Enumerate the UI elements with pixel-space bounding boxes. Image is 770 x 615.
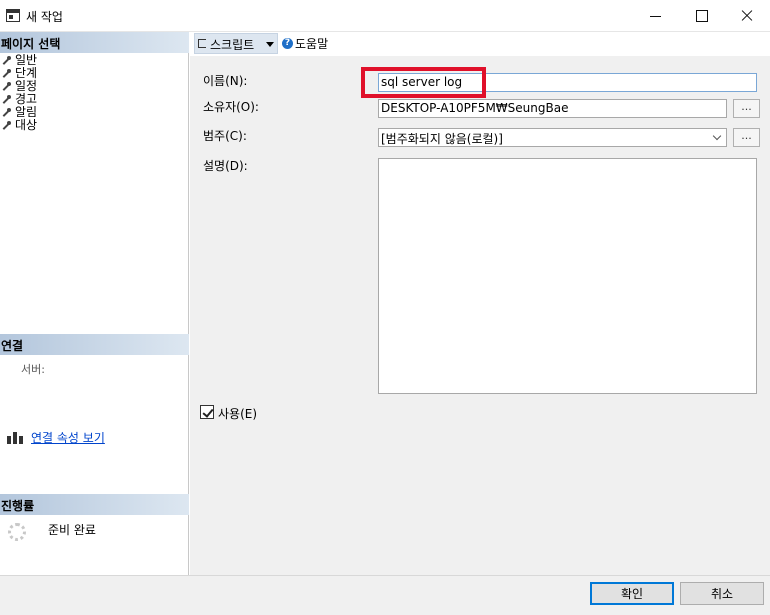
page-select-header: 페이지 선택	[0, 32, 189, 53]
category-selected-value: [범주화되지 않음(로컬)]	[381, 132, 503, 146]
script-label: 스크립트	[210, 38, 255, 52]
window-app-icon	[6, 9, 20, 22]
title-bar: 새 작업	[0, 0, 770, 32]
minimize-button[interactable]	[633, 0, 679, 32]
wrench-icon	[2, 56, 11, 65]
wrench-icon	[2, 69, 11, 78]
owner-label: 소유자(O):	[203, 100, 259, 114]
owner-browse-button[interactable]: ...	[733, 99, 760, 118]
description-textarea[interactable]	[378, 158, 757, 394]
help-icon[interactable]: ?	[282, 38, 293, 49]
progress-spinner-icon	[8, 523, 26, 541]
cancel-button[interactable]: 취소	[680, 582, 764, 605]
toolbar: 스크립트 ? 도움말	[190, 32, 770, 56]
page-item-targets[interactable]: 대상	[0, 119, 189, 132]
help-button[interactable]: 도움말	[295, 35, 328, 52]
owner-input[interactable]: DESKTOP-A10PF5M₩SeungBae	[378, 99, 727, 118]
highlight-box	[361, 67, 486, 98]
server-label: 서버:	[21, 363, 45, 376]
close-button[interactable]	[724, 0, 770, 32]
wrench-icon	[2, 82, 11, 91]
enabled-label: 사용(E)	[218, 407, 258, 421]
category-label: 범주(C):	[203, 129, 247, 143]
right-pane: 스크립트 ? 도움말 이름(N): sql server log 소유자(O):…	[190, 32, 770, 575]
left-pane: 페이지 선택 일반 단계 일정 경고 알림 대상 연결 서버: 연결 속성 보기…	[0, 32, 189, 575]
maximize-button[interactable]	[679, 0, 725, 32]
wrench-icon	[2, 108, 11, 117]
name-label: 이름(N):	[203, 74, 248, 88]
connection-link-row: 연결 속성 보기	[7, 429, 105, 446]
script-button[interactable]: 스크립트	[194, 33, 278, 54]
wrench-icon	[2, 121, 11, 130]
enabled-checkbox[interactable]	[200, 405, 214, 419]
chevron-down-icon	[712, 131, 722, 141]
page-list: 일반 단계 일정 경고 알림 대상	[0, 54, 189, 132]
bottom-bar: 확인 취소	[0, 575, 770, 615]
connection-people-icon	[7, 431, 25, 444]
view-connection-properties-link[interactable]: 연결 속성 보기	[31, 429, 105, 446]
ok-button[interactable]: 확인	[590, 582, 674, 605]
connection-header: 연결	[0, 334, 189, 355]
description-label: 설명(D):	[203, 159, 248, 173]
category-browse-button[interactable]: ...	[733, 128, 760, 147]
wrench-icon	[2, 95, 11, 104]
category-select[interactable]: [범주화되지 않음(로컬)]	[378, 128, 727, 147]
window-title: 새 작업	[26, 10, 63, 24]
script-icon	[198, 39, 206, 48]
page-item-label: 대상	[15, 118, 38, 132]
progress-header: 진행률	[0, 494, 189, 515]
chevron-down-icon[interactable]	[266, 42, 274, 47]
progress-status: 준비 완료	[48, 523, 96, 537]
